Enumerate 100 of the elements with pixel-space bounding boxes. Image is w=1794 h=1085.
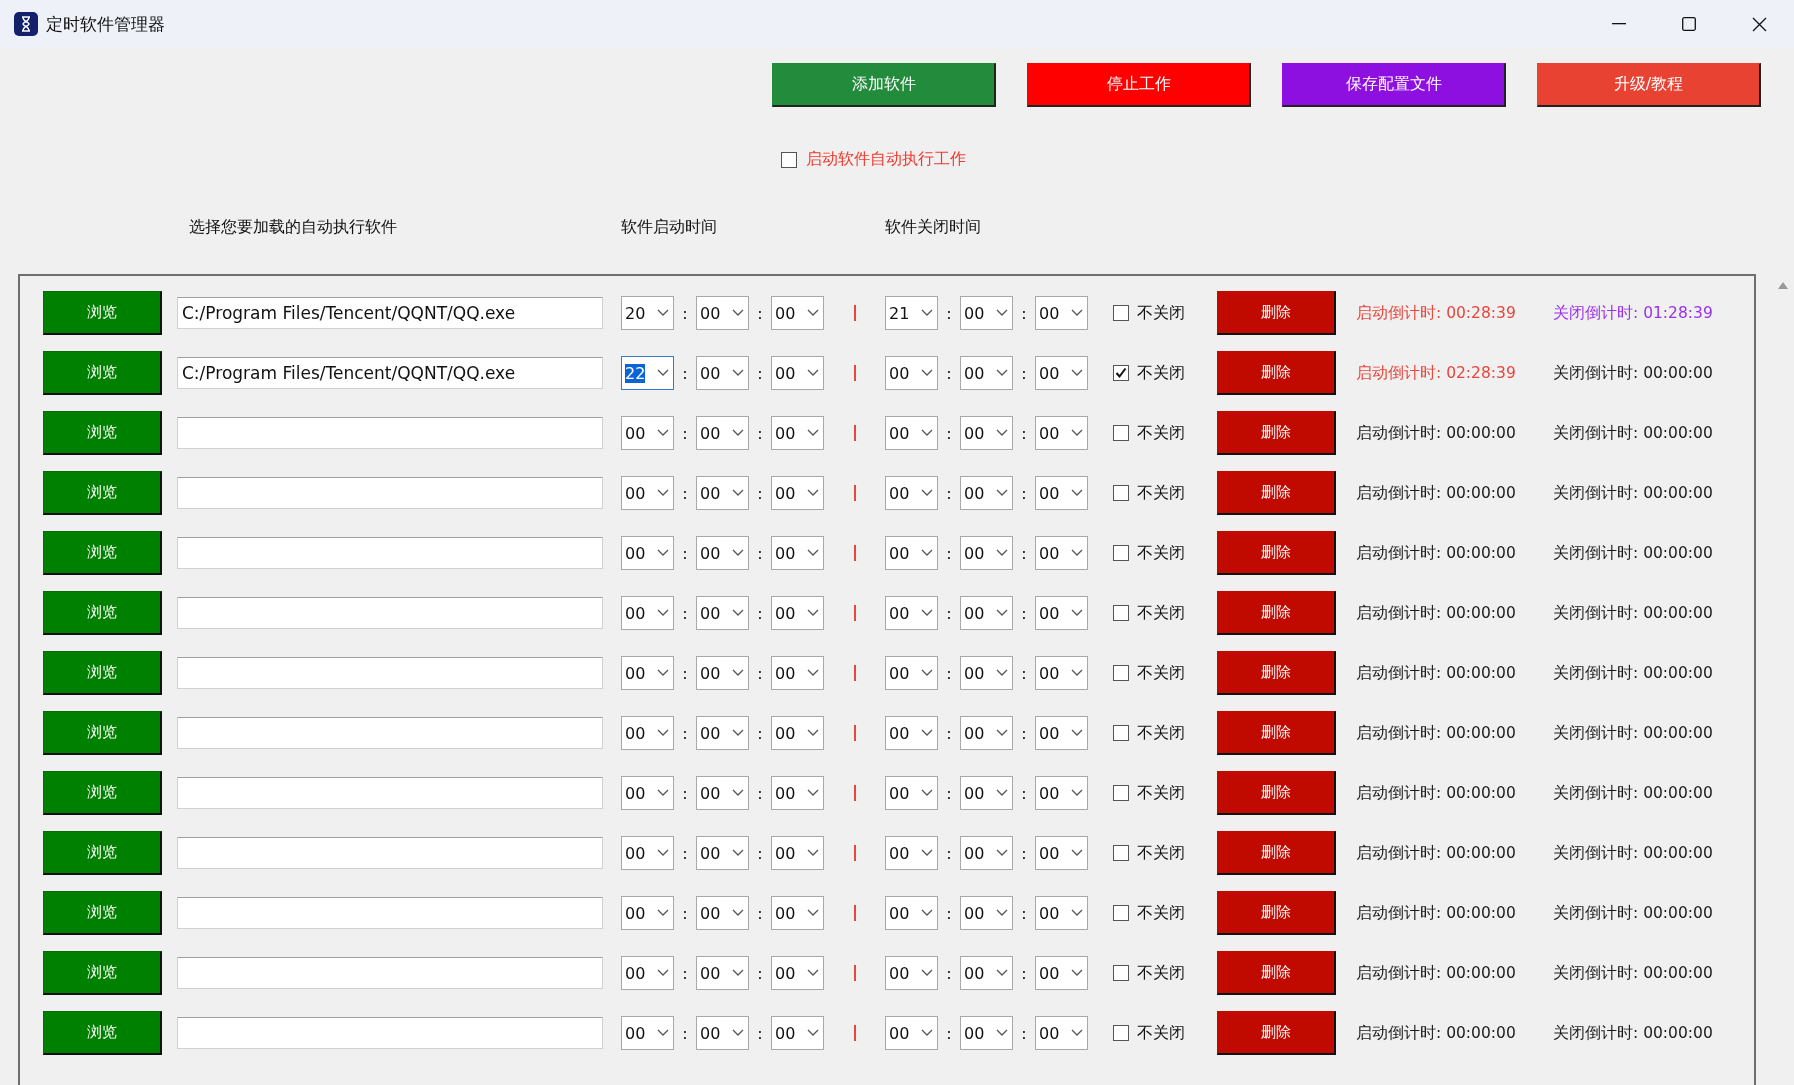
time-dropdown[interactable]: 00: [696, 476, 749, 510]
time-dropdown[interactable]: 00: [621, 1016, 674, 1050]
time-dropdown[interactable]: 00: [1035, 296, 1088, 330]
path-field[interactable]: C:/Program Files/Tencent/QQNT/QQ.exe: [177, 357, 603, 389]
delete-button[interactable]: 删除: [1217, 951, 1336, 995]
checkbox[interactable]: [1113, 425, 1129, 441]
checkbox[interactable]: [1113, 785, 1129, 801]
time-dropdown[interactable]: 00: [885, 896, 938, 930]
time-dropdown[interactable]: 00: [771, 716, 824, 750]
time-dropdown[interactable]: 00: [1035, 956, 1088, 990]
path-field[interactable]: [177, 777, 603, 809]
time-dropdown[interactable]: 00: [771, 596, 824, 630]
browse-button[interactable]: 浏览: [43, 471, 162, 515]
scroll-up-icon[interactable]: [1778, 282, 1789, 289]
path-field[interactable]: [177, 897, 603, 929]
time-dropdown[interactable]: 00: [696, 716, 749, 750]
time-dropdown[interactable]: 00: [696, 656, 749, 690]
time-dropdown[interactable]: 00: [771, 536, 824, 570]
time-dropdown[interactable]: 00: [960, 536, 1013, 570]
time-dropdown[interactable]: 00: [621, 716, 674, 750]
time-dropdown[interactable]: 00: [1035, 896, 1088, 930]
time-dropdown[interactable]: 00: [1035, 656, 1088, 690]
time-dropdown[interactable]: 00: [771, 356, 824, 390]
time-dropdown[interactable]: 00: [621, 596, 674, 630]
path-field[interactable]: [177, 837, 603, 869]
checkbox[interactable]: [1113, 725, 1129, 741]
time-dropdown[interactable]: 00: [885, 416, 938, 450]
browse-button[interactable]: 浏览: [43, 831, 162, 875]
time-dropdown[interactable]: 00: [696, 896, 749, 930]
checkbox[interactable]: [1113, 545, 1129, 561]
delete-button[interactable]: 删除: [1217, 831, 1336, 875]
delete-button[interactable]: 删除: [1217, 1011, 1336, 1055]
time-dropdown[interactable]: 00: [960, 656, 1013, 690]
time-dropdown[interactable]: 00: [696, 596, 749, 630]
time-dropdown[interactable]: 00: [960, 596, 1013, 630]
time-dropdown[interactable]: 00: [696, 836, 749, 870]
checkbox[interactable]: [1113, 665, 1129, 681]
path-field[interactable]: [177, 597, 603, 629]
browse-button[interactable]: 浏览: [43, 711, 162, 755]
time-dropdown[interactable]: 21: [885, 296, 938, 330]
checkbox[interactable]: [1113, 485, 1129, 501]
checkbox[interactable]: [1113, 905, 1129, 921]
time-dropdown[interactable]: 00: [960, 416, 1013, 450]
time-dropdown[interactable]: 00: [885, 776, 938, 810]
time-dropdown[interactable]: 00: [696, 416, 749, 450]
path-field[interactable]: [177, 537, 603, 569]
time-dropdown[interactable]: 00: [1035, 776, 1088, 810]
time-dropdown[interactable]: 20: [621, 296, 674, 330]
time-dropdown[interactable]: 00: [696, 296, 749, 330]
time-dropdown[interactable]: 00: [885, 716, 938, 750]
time-dropdown[interactable]: 22: [621, 356, 674, 390]
time-dropdown[interactable]: 00: [1035, 836, 1088, 870]
time-dropdown[interactable]: 00: [885, 656, 938, 690]
browse-button[interactable]: 浏览: [43, 351, 162, 395]
time-dropdown[interactable]: 00: [621, 476, 674, 510]
checkbox[interactable]: [1113, 605, 1129, 621]
time-dropdown[interactable]: 00: [960, 896, 1013, 930]
time-dropdown[interactable]: 00: [621, 956, 674, 990]
checkbox[interactable]: [781, 151, 797, 168]
browse-button[interactable]: 浏览: [43, 651, 162, 695]
time-dropdown[interactable]: 00: [960, 776, 1013, 810]
time-dropdown[interactable]: 00: [960, 356, 1013, 390]
path-field[interactable]: [177, 657, 603, 689]
time-dropdown[interactable]: 00: [960, 476, 1013, 510]
time-dropdown[interactable]: 00: [771, 776, 824, 810]
time-dropdown[interactable]: 00: [885, 596, 938, 630]
checkbox[interactable]: [1113, 305, 1129, 321]
delete-button[interactable]: 删除: [1217, 711, 1336, 755]
browse-button[interactable]: 浏览: [43, 1011, 162, 1055]
time-dropdown[interactable]: 00: [696, 956, 749, 990]
path-field[interactable]: [177, 957, 603, 989]
time-dropdown[interactable]: 00: [1035, 596, 1088, 630]
checkbox[interactable]: [1113, 845, 1129, 861]
time-dropdown[interactable]: 00: [771, 956, 824, 990]
time-dropdown[interactable]: 00: [771, 836, 824, 870]
browse-button[interactable]: 浏览: [43, 771, 162, 815]
time-dropdown[interactable]: 00: [696, 776, 749, 810]
toolbar-button[interactable]: 升级/教程: [1537, 63, 1761, 107]
time-dropdown[interactable]: 00: [771, 476, 824, 510]
time-dropdown[interactable]: 00: [621, 656, 674, 690]
delete-button[interactable]: 删除: [1217, 651, 1336, 695]
time-dropdown[interactable]: 00: [885, 356, 938, 390]
delete-button[interactable]: 删除: [1217, 291, 1336, 335]
time-dropdown[interactable]: 00: [771, 416, 824, 450]
time-dropdown[interactable]: 00: [621, 536, 674, 570]
time-dropdown[interactable]: 00: [885, 1016, 938, 1050]
time-dropdown[interactable]: 00: [960, 296, 1013, 330]
checkbox[interactable]: [1113, 365, 1129, 381]
toolbar-button[interactable]: 添加软件: [772, 63, 996, 107]
delete-button[interactable]: 删除: [1217, 471, 1336, 515]
checkbox[interactable]: [1113, 1025, 1129, 1041]
path-field[interactable]: [177, 417, 603, 449]
path-field[interactable]: [177, 1017, 603, 1049]
browse-button[interactable]: 浏览: [43, 891, 162, 935]
delete-button[interactable]: 删除: [1217, 351, 1336, 395]
time-dropdown[interactable]: 00: [1035, 476, 1088, 510]
time-dropdown[interactable]: 00: [885, 476, 938, 510]
time-dropdown[interactable]: 00: [1035, 716, 1088, 750]
time-dropdown[interactable]: 00: [885, 536, 938, 570]
path-field[interactable]: C:/Program Files/Tencent/QQNT/QQ.exe: [177, 297, 603, 329]
